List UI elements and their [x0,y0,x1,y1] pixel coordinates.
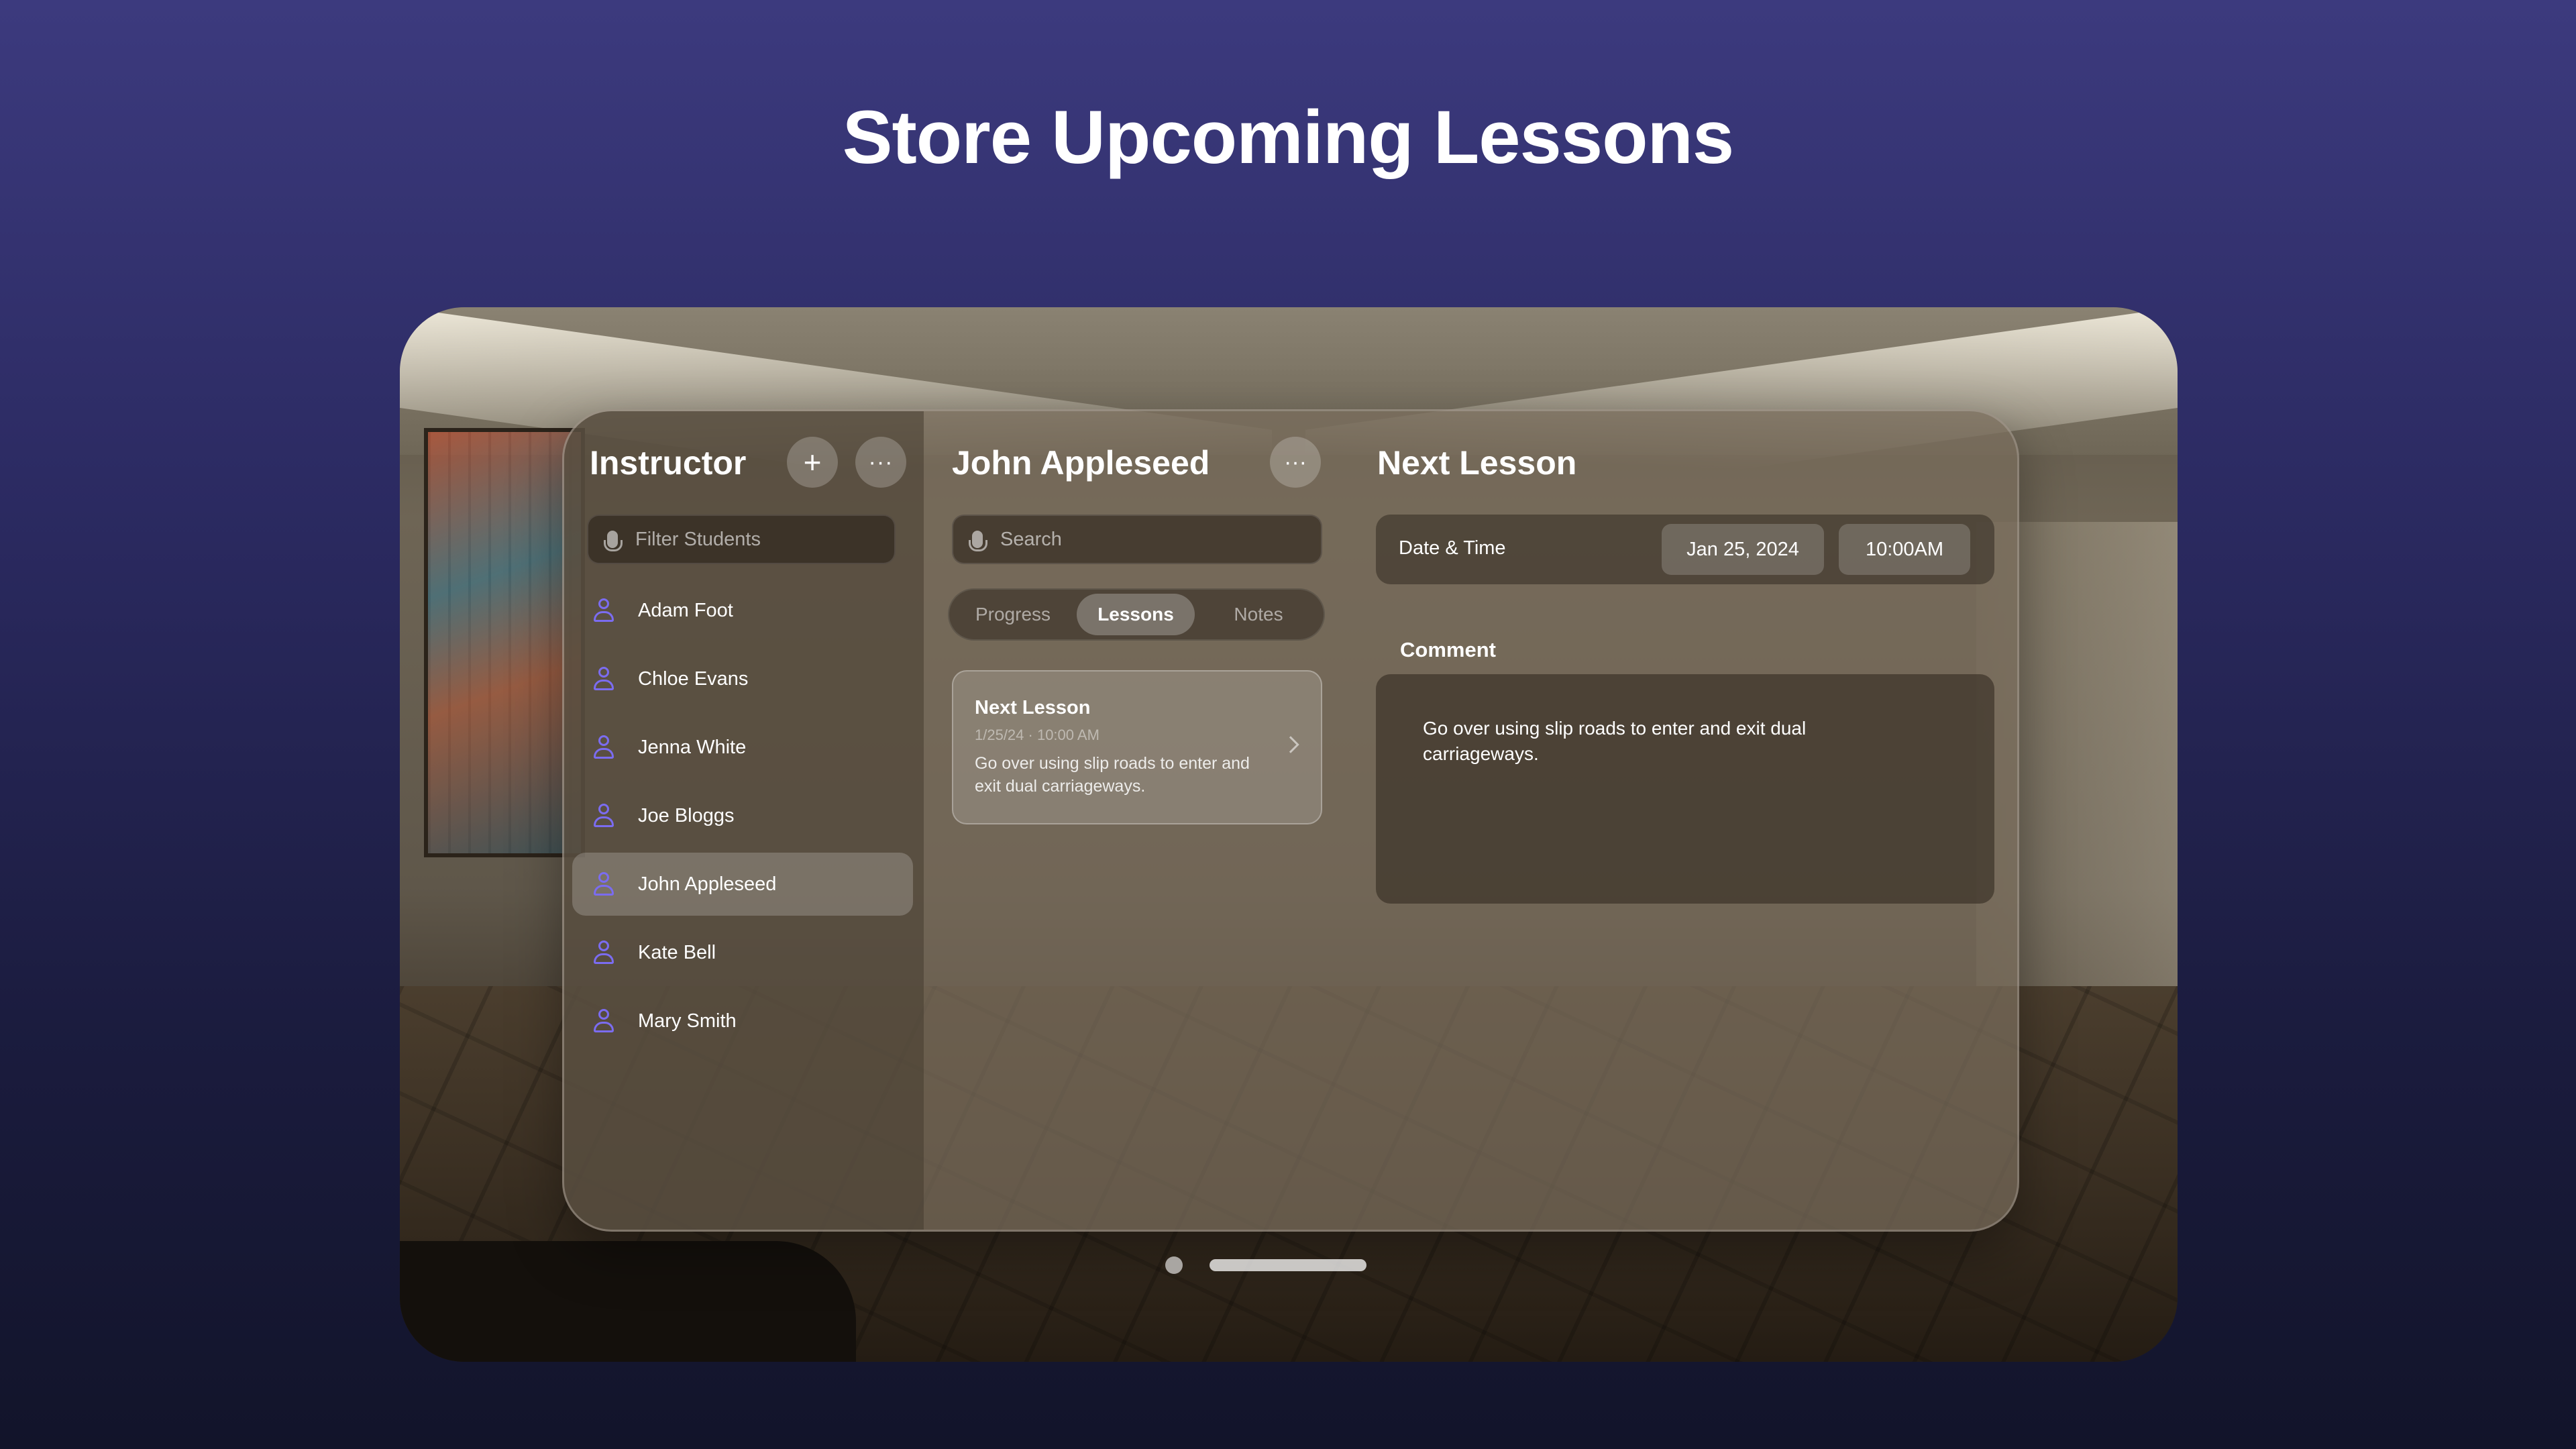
tab-lessons[interactable]: Lessons [1077,594,1195,635]
window-grabber-bar[interactable] [1210,1259,1366,1271]
person-icon [592,667,615,691]
detail-title: Next Lesson [1377,444,1577,482]
student-item-kate-bell[interactable]: Kate Bell [572,921,913,984]
sidebar-title: Instructor [590,444,747,482]
student-item-chloe-evans[interactable]: Chloe Evans [572,647,913,710]
student-item-john-appleseed[interactable]: John Appleseed [572,853,913,916]
lesson-card-date: 1/25/24 · 10:00 AM [975,727,1099,743]
chevron-right-icon [1282,736,1299,753]
student-name: Jenna White [638,736,747,758]
student-item-mary-smith[interactable]: Mary Smith [572,989,913,1053]
microphone-icon [969,531,987,551]
tab-progress[interactable]: Progress [956,594,1070,635]
student-item-jenna-white[interactable]: Jenna White [572,716,913,779]
wall-painting [424,428,585,857]
window-position-dot[interactable] [1165,1256,1183,1274]
ellipsis-icon: ··· [868,449,894,475]
student-item-adam-foot[interactable]: Adam Foot [572,579,913,642]
student-name: Kate Bell [638,941,716,963]
date-picker[interactable]: Jan 25, 2024 [1662,524,1824,575]
lesson-card-text: Go over using slip roads to enter and ex… [975,754,1250,796]
lesson-card[interactable]: Next Lesson 1/25/24 · 10:00 AM Go over u… [952,670,1322,824]
filter-students-input[interactable]: Filter Students [587,515,896,564]
page-headline: Store Upcoming Lessons [842,95,1734,179]
ellipsis-icon: ··· [1284,449,1307,475]
person-icon [592,1009,615,1033]
student-name: Adam Foot [638,599,733,621]
person-icon [592,735,615,759]
date-time-label: Date & Time [1399,537,1506,559]
add-student-button[interactable]: + [787,437,838,488]
tab-notes[interactable]: Notes [1201,594,1316,635]
person-icon [592,941,615,965]
microphone-icon [604,531,623,551]
lesson-card-title: Next Lesson [975,697,1091,718]
lesson-search-input[interactable]: Search [952,515,1322,564]
app-window: Instructor + ··· Filter Students Adam Fo… [562,409,2019,1232]
student-name: Joe Bloggs [638,804,735,826]
date-time-row: Date & Time Jan 25, 2024 10:00AM [1376,515,1994,584]
comment-text: Go over using slip roads to enter and ex… [1423,718,1807,764]
student-name: Chloe Evans [638,667,749,690]
plus-icon: + [803,445,822,480]
student-name: John Appleseed [638,873,777,895]
person-icon [592,804,615,828]
comment-field[interactable]: Go over using slip roads to enter and ex… [1376,674,1994,904]
sidebar-more-button[interactable]: ··· [855,437,906,488]
student-item-joe-bloggs[interactable]: Joe Bloggs [572,784,913,847]
tab-bar: Progress Lessons Notes [948,588,1325,641]
student-name: Mary Smith [638,1010,737,1032]
person-icon [592,598,615,623]
student-more-button[interactable]: ··· [1270,437,1321,488]
student-title: John Appleseed [952,444,1210,482]
filter-placeholder: Filter Students [635,528,761,550]
person-icon [592,872,615,896]
time-picker[interactable]: 10:00AM [1839,524,1970,575]
comment-label: Comment [1400,638,1496,661]
chair [400,1241,856,1362]
search-placeholder: Search [1000,528,1062,550]
